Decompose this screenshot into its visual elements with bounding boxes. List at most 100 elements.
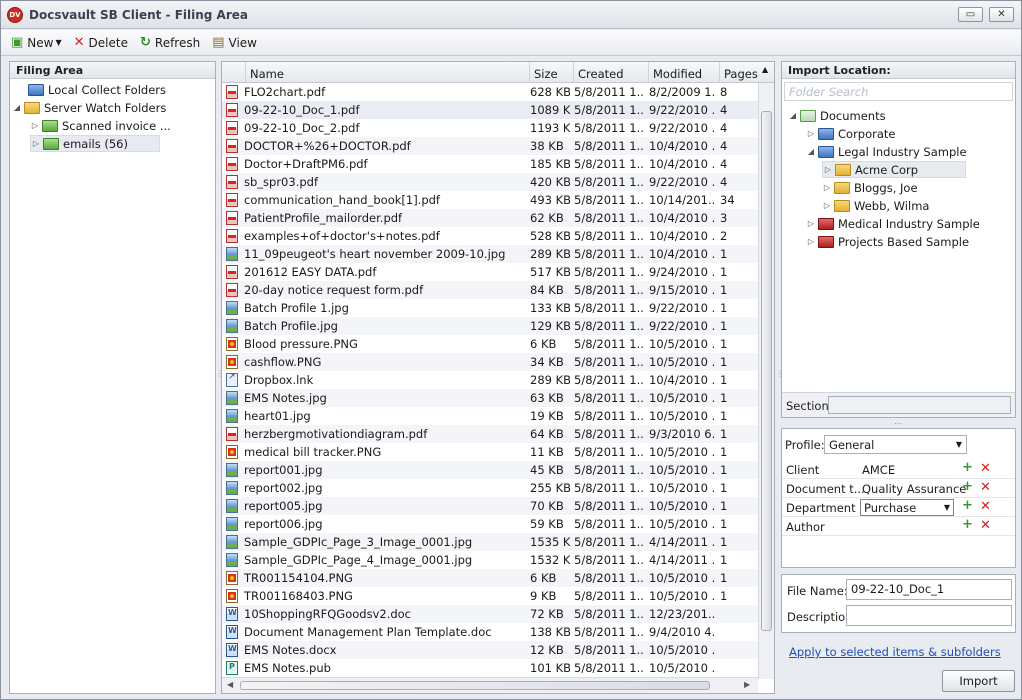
scroll-up-icon[interactable]: ▲ bbox=[758, 62, 774, 83]
table-row[interactable]: cashflow.PNG 34 KB 5/8/2011 1... 10/5/2010 … bbox=[222, 353, 758, 371]
import-button[interactable]: Import bbox=[942, 670, 1015, 692]
table-row[interactable]: DOCTOR+%26+DOCTOR.pdf 38 KB 5/8/2011 1... 1… bbox=[222, 137, 758, 155]
table-row[interactable]: heart01.jpg 19 KB 5/8/2011 1... 10/5/2010 .… bbox=[222, 407, 758, 425]
table-row[interactable]: herzbergmotivationdiagram.pdf 64 KB 5/8/20… bbox=[222, 425, 758, 443]
department-select[interactable]: Purchase ▼ bbox=[860, 499, 954, 516]
table-row[interactable]: 09-22-10_Doc_1.pdf 1089 KB 5/8/2011 1... 9/… bbox=[222, 101, 758, 119]
remove-value-icon[interactable]: ✕ bbox=[980, 461, 991, 476]
horizontal-scrollbar[interactable]: ◀ ▶ bbox=[222, 677, 758, 693]
file-size-cell: 420 KB bbox=[530, 175, 570, 189]
table-row[interactable]: Batch Profile.jpg 129 KB 5/8/2011 1... 9/22… bbox=[222, 317, 758, 335]
expand-arrow-icon[interactable]: ▷ bbox=[31, 139, 41, 148]
scroll-thumb[interactable] bbox=[240, 681, 710, 690]
table-row[interactable]: report005.jpg 70 KB 5/8/2011 1... 10/5/2010… bbox=[222, 497, 758, 515]
table-row[interactable]: 11_09peugeot's heart november 2009-10.jp… bbox=[222, 245, 758, 263]
table-row[interactable]: TR001154104.PNG 6 KB 5/8/2011 1... 10/5/201… bbox=[222, 569, 758, 587]
close-button[interactable]: ✕ bbox=[989, 7, 1014, 22]
folder-search-input[interactable]: Folder Search bbox=[784, 82, 1013, 101]
profile-field-value[interactable]: Quality Assurance bbox=[862, 482, 966, 496]
tree-projects-based[interactable]: ▷ Projects Based Sample bbox=[806, 233, 969, 250]
dropdown-arrow-icon[interactable]: ▼ bbox=[956, 440, 962, 449]
column-name[interactable]: Name bbox=[246, 62, 530, 83]
tree-bloggs-joe[interactable]: ▷ Bloggs, Joe bbox=[822, 179, 918, 196]
add-value-icon[interactable]: + bbox=[962, 498, 973, 513]
tree-item-emails[interactable]: ▷ emails (56) bbox=[30, 135, 160, 152]
dropdown-arrow-icon[interactable]: ▼ bbox=[944, 503, 950, 512]
add-value-icon[interactable]: + bbox=[962, 479, 973, 494]
expand-arrow-icon[interactable]: ▷ bbox=[806, 129, 816, 138]
expand-arrow-icon[interactable]: ▷ bbox=[806, 237, 816, 246]
tree-medical-industry[interactable]: ▷ Medical Industry Sample bbox=[806, 215, 980, 232]
table-row[interactable]: sb_spr03.pdf 420 KB 5/8/2011 1... 9/22/2010… bbox=[222, 173, 758, 191]
file-name-cell: EMS Notes.pub bbox=[244, 661, 331, 675]
refresh-button[interactable]: ↻ Refresh bbox=[140, 36, 200, 50]
maximize-button[interactable]: ▭ bbox=[958, 7, 983, 22]
view-button[interactable]: ▤ View bbox=[212, 36, 257, 50]
table-row[interactable]: Blood pressure.PNG 6 KB 5/8/2011 1... 10/5/… bbox=[222, 335, 758, 353]
table-row[interactable]: EMS Notes.jpg 63 KB 5/8/2011 1... 10/5/2010… bbox=[222, 389, 758, 407]
table-row[interactable]: 10ShoppingRFQGoodsv2.doc 72 KB 5/8/2011 1.… bbox=[222, 605, 758, 623]
table-row[interactable]: report002.jpg 255 KB 5/8/2011 1... 10/5/201… bbox=[222, 479, 758, 497]
expand-arrow-icon[interactable]: ▷ bbox=[822, 201, 832, 210]
splitter-handle[interactable]: ⋯ bbox=[894, 419, 902, 428]
tree-item-server-watch[interactable]: ◢ Server Watch Folders bbox=[12, 99, 166, 116]
table-row[interactable]: Sample_GDPIc_Page_3_Image_0001.jpg 1535 K… bbox=[222, 533, 758, 551]
scroll-left-icon[interactable]: ◀ bbox=[227, 680, 233, 689]
column-size[interactable]: Size bbox=[530, 62, 574, 83]
file-name-input[interactable]: 09-22-10_Doc_1 bbox=[846, 579, 1012, 600]
tree-legal-industry[interactable]: ◢ Legal Industry Sample bbox=[806, 143, 967, 160]
file-name-cell: 201612 EASY DATA.pdf bbox=[244, 265, 377, 279]
table-row[interactable]: Sample_GDPIc_Page_4_Image_0001.jpg 1532 K… bbox=[222, 551, 758, 569]
table-row[interactable]: TR001168403.PNG 9 KB 5/8/2011 1... 10/5/201… bbox=[222, 587, 758, 605]
tree-documents[interactable]: ◢ Documents bbox=[788, 107, 886, 124]
delete-button[interactable]: ✕ Delete bbox=[74, 36, 128, 50]
file-size-cell: 138 KB bbox=[530, 625, 570, 639]
table-row[interactable]: Dropbox.lnk 289 KB 5/8/2011 1... 10/4/2010 … bbox=[222, 371, 758, 389]
apply-to-selected-link[interactable]: Apply to selected items & subfolders bbox=[789, 645, 1001, 659]
column-pages[interactable]: Pages bbox=[720, 62, 758, 83]
profile-field-value[interactable]: AMCE bbox=[862, 463, 895, 477]
section-input[interactable] bbox=[828, 396, 1011, 414]
table-row[interactable]: Batch Profile 1.jpg 133 KB 5/8/2011 1... 9/… bbox=[222, 299, 758, 317]
add-value-icon[interactable]: + bbox=[962, 517, 973, 532]
table-row[interactable]: Doctor+DraftPM6.pdf 185 KB 5/8/2011 1... 10… bbox=[222, 155, 758, 173]
table-row[interactable]: communication_hand_book[1].pdf 493 KB 5/8/… bbox=[222, 191, 758, 209]
tree-webb-wilma[interactable]: ▷ Webb, Wilma bbox=[822, 197, 930, 214]
table-row[interactable]: EMS Notes.docx 12 KB 5/8/2011 1... 10/5/201… bbox=[222, 641, 758, 659]
table-row[interactable]: Document Management Plan Template.doc 138… bbox=[222, 623, 758, 641]
table-row[interactable]: 20-day notice request form.pdf 84 KB 5/8/2… bbox=[222, 281, 758, 299]
vertical-scrollbar[interactable] bbox=[758, 83, 774, 679]
table-row[interactable]: report006.jpg 59 KB 5/8/2011 1... 10/5/2010… bbox=[222, 515, 758, 533]
computer-folder-icon bbox=[28, 83, 44, 96]
remove-value-icon[interactable]: ✕ bbox=[980, 499, 991, 514]
collapse-arrow-icon[interactable]: ◢ bbox=[806, 147, 816, 156]
scroll-thumb[interactable] bbox=[761, 111, 772, 631]
collapse-arrow-icon[interactable]: ◢ bbox=[12, 103, 22, 112]
remove-value-icon[interactable]: ✕ bbox=[980, 518, 991, 533]
table-row[interactable]: medical bill tracker.PNG 11 KB 5/8/2011 1.… bbox=[222, 443, 758, 461]
table-row[interactable]: 09-22-10_Doc_2.pdf 1193 KB 5/8/2011 1... 9/… bbox=[222, 119, 758, 137]
new-button[interactable]: ▣ New ▼ bbox=[11, 36, 62, 50]
table-row[interactable]: PatientProfile_mailorder.pdf 62 KB 5/8/201… bbox=[222, 209, 758, 227]
table-row[interactable]: FLO2chart.pdf 628 KB 5/8/2011 1... 8/2/2009… bbox=[222, 83, 758, 101]
table-row[interactable]: report001.jpg 45 KB 5/8/2011 1... 10/5/2010… bbox=[222, 461, 758, 479]
scroll-right-icon[interactable]: ▶ bbox=[744, 680, 750, 689]
expand-arrow-icon[interactable]: ▷ bbox=[823, 165, 833, 174]
column-modified[interactable]: Modified bbox=[649, 62, 720, 83]
table-row[interactable]: examples+of+doctor's+notes.pdf 528 KB 5/8/… bbox=[222, 227, 758, 245]
expand-arrow-icon[interactable]: ▷ bbox=[822, 183, 832, 192]
tree-acme-corp[interactable]: ▷ Acme Corp bbox=[822, 161, 966, 178]
expand-arrow-icon[interactable]: ▷ bbox=[806, 219, 816, 228]
tree-corporate[interactable]: ▷ Corporate bbox=[806, 125, 896, 142]
table-row[interactable]: EMS Notes.pub 101 KB 5/8/2011 1... 10/5/201… bbox=[222, 659, 758, 677]
description-input[interactable] bbox=[846, 605, 1012, 626]
tree-item-scanned-invoice[interactable]: ▷ Scanned invoice ... bbox=[30, 117, 171, 134]
column-created[interactable]: Created bbox=[574, 62, 649, 83]
table-row[interactable]: 201612 EASY DATA.pdf 517 KB 5/8/2011 1... 9… bbox=[222, 263, 758, 281]
tree-item-local-collect[interactable]: Local Collect Folders bbox=[16, 81, 166, 98]
add-value-icon[interactable]: + bbox=[962, 460, 973, 475]
collapse-arrow-icon[interactable]: ◢ bbox=[788, 111, 798, 120]
profile-select[interactable]: General ▼ bbox=[824, 435, 967, 454]
remove-value-icon[interactable]: ✕ bbox=[980, 480, 991, 495]
expand-arrow-icon[interactable]: ▷ bbox=[30, 121, 40, 130]
